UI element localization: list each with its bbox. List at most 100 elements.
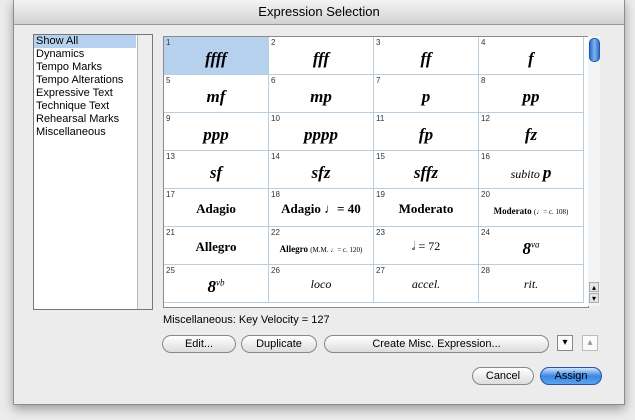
expression-cell[interactable]: 28 rit.	[479, 265, 584, 303]
category-item-tempo-marks[interactable]: Tempo Marks	[34, 61, 136, 74]
expression-cell[interactable]: 18 Adagio ♩= 40	[269, 189, 374, 227]
expression-cell[interactable]: 19 Moderato	[374, 189, 479, 227]
expression-label: Allegro (M.M. ♩= c. 120)	[269, 244, 373, 254]
create-misc-expression-button[interactable]: Create Misc. Expression...	[324, 335, 549, 353]
expression-label: ff	[420, 49, 432, 68]
expression-label: loco	[310, 277, 332, 291]
expression-cell[interactable]: 12 fz	[479, 113, 584, 151]
cell-number: 3	[376, 38, 381, 47]
expression-cell[interactable]: 7 p	[374, 75, 479, 113]
expression-cell[interactable]: 2 fff	[269, 37, 374, 75]
expression-label: Moderato	[398, 201, 454, 216]
expression-label-text: subito	[510, 167, 540, 181]
expression-cell[interactable]: 23 𝅗𝅥 = 72	[374, 227, 479, 265]
expression-label-detail: (M.M. ♩= c. 120)	[310, 246, 363, 254]
grid-scrollbar[interactable]: ▴ ▾	[588, 36, 600, 306]
expression-cell[interactable]: 21 Allegro	[164, 227, 269, 265]
cell-number: 8	[481, 76, 486, 85]
cell-number: 9	[166, 114, 171, 123]
expression-cell[interactable]: 22 Allegro (M.M. ♩= c. 120)	[269, 227, 374, 265]
expression-label: ppp	[203, 125, 229, 144]
expression-label: p	[421, 87, 431, 106]
category-list-scrollbar[interactable]	[137, 35, 152, 309]
expression-cell[interactable]: 14 sfz	[269, 151, 374, 189]
cancel-button[interactable]: Cancel	[472, 367, 534, 385]
expression-cell[interactable]: 27 accel.	[374, 265, 479, 303]
duplicate-button[interactable]: Duplicate	[241, 335, 317, 353]
cell-number: 19	[376, 190, 385, 199]
cell-number: 2	[271, 38, 276, 47]
cell-number: 11	[376, 114, 385, 123]
window-title: Expression Selection	[14, 0, 624, 25]
expression-cell[interactable]: 15 sffz	[374, 151, 479, 189]
cell-number: 16	[481, 152, 490, 161]
expression-label: Moderato (♩= c. 108)	[479, 206, 583, 216]
expression-cell[interactable]: 25 8vb	[164, 265, 269, 303]
category-item-expressive-text[interactable]: Expressive Text	[34, 87, 136, 100]
cell-number: 7	[376, 76, 381, 85]
expression-cell[interactable]: 24 8va	[479, 227, 584, 265]
cell-number: 26	[271, 266, 280, 275]
expression-cell[interactable]: 3 ff	[374, 37, 479, 75]
expression-label: Allegro	[195, 239, 237, 254]
expression-label-detail: (♩= c. 108)	[533, 208, 569, 216]
expression-cell[interactable]: 9 ppp	[164, 113, 269, 151]
expression-label: 8vb	[164, 277, 268, 297]
expression-selection-dialog: Expression Selection Show All Dynamics T…	[13, 0, 625, 405]
expression-label: mf	[206, 87, 226, 106]
category-item-rehearsal-marks[interactable]: Rehearsal Marks	[34, 113, 136, 126]
category-item-technique-text[interactable]: Technique Text	[34, 100, 136, 113]
expression-label: Adagio ♩= 40	[281, 201, 361, 216]
cell-number: 24	[481, 228, 490, 237]
expression-label: sf	[209, 163, 223, 182]
expression-grid: 1 ffff 2 fff 3 ff 4 f 5 mf 6 mp 7 p 8 pp…	[163, 36, 589, 308]
category-item-miscellaneous[interactable]: Miscellaneous	[34, 126, 136, 139]
cell-number: 13	[166, 152, 175, 161]
expression-label: fp	[418, 125, 434, 144]
octave-suffix: vb	[216, 277, 225, 288]
expression-cell[interactable]: 16 subito p	[479, 151, 584, 189]
expression-label-dynamic: p	[542, 163, 552, 182]
cell-number: 18	[271, 190, 280, 199]
scroll-up-icon[interactable]: ▴	[589, 282, 599, 292]
expression-cell[interactable]: 11 fp	[374, 113, 479, 151]
scroll-down-icon[interactable]: ▾	[589, 293, 599, 303]
expression-label: Adagio	[196, 201, 236, 216]
cell-number: 12	[481, 114, 490, 123]
move-down-icon[interactable]: ▾	[557, 335, 573, 351]
expression-label: 8va	[479, 239, 583, 259]
category-list[interactable]: Show All Dynamics Tempo Marks Tempo Alte…	[33, 34, 153, 310]
expression-label: subito p	[479, 163, 583, 183]
expression-cell[interactable]: 6 mp	[269, 75, 374, 113]
expression-cell[interactable]: 10 pppp	[269, 113, 374, 151]
assign-button[interactable]: Assign	[540, 367, 602, 385]
cell-number: 14	[271, 152, 280, 161]
octave-number: 8	[207, 277, 217, 296]
expression-label: fz	[524, 125, 538, 144]
scroll-thumb[interactable]	[589, 38, 600, 62]
expression-label: rit.	[523, 277, 539, 291]
category-item-tempo-alterations[interactable]: Tempo Alterations	[34, 74, 136, 87]
cell-number: 4	[481, 38, 486, 47]
move-up-icon[interactable]: ▴	[582, 335, 598, 351]
cell-number: 10	[271, 114, 280, 123]
expression-cell[interactable]: 4 f	[479, 37, 584, 75]
category-item-show-all[interactable]: Show All	[34, 35, 136, 48]
expression-label: 𝅗𝅥 = 72	[411, 239, 441, 253]
expression-label: sfz	[311, 163, 331, 182]
expression-cell[interactable]: 26 loco	[269, 265, 374, 303]
octave-suffix: va	[531, 239, 540, 250]
edit-button[interactable]: Edit...	[162, 335, 236, 353]
expression-cell[interactable]: 13 sf	[164, 151, 269, 189]
cell-number: 21	[166, 228, 175, 237]
expression-cell[interactable]: 8 pp	[479, 75, 584, 113]
cell-number: 17	[166, 190, 175, 199]
category-item-dynamics[interactable]: Dynamics	[34, 48, 136, 61]
expression-cell[interactable]: 20 Moderato (♩= c. 108)	[479, 189, 584, 227]
expression-label: pppp	[304, 125, 338, 144]
expression-cell[interactable]: 5 mf	[164, 75, 269, 113]
cell-number: 25	[166, 266, 175, 275]
status-text: Miscellaneous: Key Velocity = 127	[163, 314, 330, 326]
expression-cell[interactable]: 17 Adagio	[164, 189, 269, 227]
expression-cell[interactable]: 1 ffff	[164, 37, 269, 75]
